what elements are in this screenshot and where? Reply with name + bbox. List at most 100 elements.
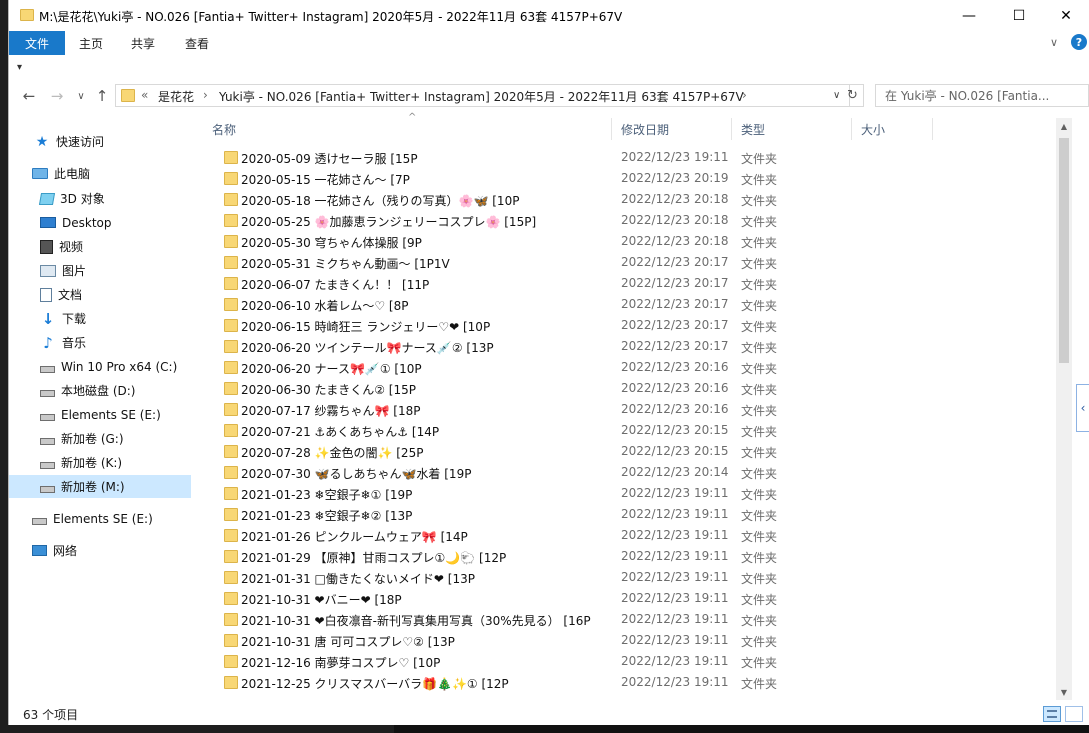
tab-view[interactable]: 查看 [185,35,209,52]
file-name[interactable]: 2020-07-17 纱霧ちゃん🎀 [18P [241,402,421,419]
breadcrumb-segment[interactable]: Yuki亭 - NO.026 [Fantia+ Twitter+ Instagr… [219,88,744,105]
file-name[interactable]: 2020-06-20 ナース🎀💉① [10P [241,360,422,377]
column-header-size[interactable]: 大小 [861,121,885,138]
table-row[interactable]: 2020-06-10 水着レム～♡ [8P 2022/12/23 20:17 文件夹 [203,294,1055,315]
table-row[interactable]: 2020-05-25 🌸加藤恵ランジェリーコスプレ🌸 [15P] 2022/12/… [203,210,1055,231]
column-header-type[interactable]: 类型 [741,121,765,138]
table-row[interactable]: 2020-07-30 🦋るしあちゃん🦋水着 [19P 2022/12/23 20:… [203,462,1055,483]
tab-share[interactable]: 共享 [131,35,155,52]
sidebar-item-3d-objects[interactable]: 3D 对象 [9,187,191,210]
file-name[interactable]: 2021-01-31 □働きたくないメイド❤ [13P [241,570,475,587]
scrollbar-thumb[interactable] [1059,138,1069,363]
address-dropdown-icon[interactable]: ∨ [833,90,840,101]
table-row[interactable]: 2020-05-15 一花姉さん～ [7P 2022/12/23 20:19 文件夹 [203,168,1055,189]
table-row[interactable]: 2021-01-26 ピンクルームウェア🎀 [14P 2022/12/23 19:… [203,525,1055,546]
sidebar-item-documents[interactable]: 文档 [9,283,191,306]
details-view-button[interactable] [1043,706,1061,722]
table-row[interactable]: 2021-10-31 唐 可可コスプレ♡② [13P 2022/12/23 19:… [203,630,1055,651]
recent-locations-button[interactable]: ∨ [70,86,92,106]
table-row[interactable]: 2020-06-20 ツインテール🎀ナース💉② [13P 2022/12/23 2… [203,336,1055,357]
scroll-down-button[interactable]: ▼ [1056,684,1072,700]
sidebar-item-drive-g[interactable]: 新加卷 (G:) [9,427,191,450]
file-name[interactable]: 2020-05-09 透けセーラ服 [15P [241,150,418,167]
table-row[interactable]: 2020-06-20 ナース🎀💉① [10P 2022/12/23 20:16 文件… [203,357,1055,378]
table-row[interactable]: 2021-01-23 ❄空銀子❄② [13P 2022/12/23 19:11 文件… [203,504,1055,525]
table-row[interactable]: 2020-06-15 時崎狂三 ランジェリー♡❤ [10P 2022/12/23 … [203,315,1055,336]
table-row[interactable]: 2020-05-30 穹ちゃん体操服 [9P 2022/12/23 20:18 文件… [203,231,1055,252]
file-name[interactable]: 2021-01-23 ❄空銀子❄① [19P [241,486,412,503]
tab-file[interactable]: 文件 [9,31,65,55]
file-name[interactable]: 2020-06-15 時崎狂三 ランジェリー♡❤ [10P [241,318,490,335]
sidebar-item-downloads[interactable]: ↓ 下载 [9,307,191,330]
vertical-scrollbar[interactable]: ▲ ▼ [1056,118,1072,700]
sidebar-item-drive-e[interactable]: Elements SE (E:) [9,403,191,426]
tab-home[interactable]: 主页 [79,35,103,52]
sidebar-item-drive-m[interactable]: 新加卷 (M:) [9,475,191,498]
sidebar-item-drive-k[interactable]: 新加卷 (K:) [9,451,191,474]
search-input[interactable]: 在 Yuki亭 - NO.026 [Fantia... [875,84,1089,107]
title-bar[interactable]: M:\是花花\Yuki亭 - NO.026 [Fantia+ Twitter+ … [9,0,1089,31]
table-row[interactable]: 2020-05-31 ミクちゃん動画～ [1P1V 2022/12/23 20:1… [203,252,1055,273]
breadcrumb-segment[interactable]: 是花花 [158,88,194,105]
table-row[interactable]: 2020-05-18 一花姉さん（残りの写真）🌸🦋 [10P 2022/12/23… [203,189,1055,210]
back-button[interactable]: ← [18,86,40,106]
table-row[interactable]: 2021-10-31 ❤バニー❤ [18P 2022/12/23 19:11 文件夹 [203,588,1055,609]
file-name[interactable]: 2021-12-25 クリスマスバーバラ🎁🎄✨① [12P [241,675,509,692]
file-name[interactable]: 2020-05-30 穹ちゃん体操服 [9P [241,234,422,251]
file-name[interactable]: 2021-10-31 唐 可可コスプレ♡② [13P [241,633,455,650]
quick-access-toolbar-dropdown[interactable]: ▾ [17,62,22,73]
sidebar-item-drive-e-external[interactable]: Elements SE (E:) [9,507,191,530]
sidebar-item-pictures[interactable]: 图片 [9,259,191,282]
file-name[interactable]: 2021-01-23 ❄空銀子❄② [13P [241,507,412,524]
file-name[interactable]: 2021-10-31 ❤白夜凛音-新刊写真集用写真（30%先見る） [16P [241,612,591,629]
large-icons-view-button[interactable] [1065,706,1083,722]
column-divider[interactable] [932,118,933,140]
sidebar-item-this-pc[interactable]: 此电脑 [9,162,191,185]
breadcrumb-separator[interactable]: › [203,88,208,102]
file-name[interactable]: 2020-05-31 ミクちゃん動画～ [1P1V [241,255,450,272]
file-name[interactable]: 2020-06-07 たまきくん！！ [11P [241,276,429,293]
file-name[interactable]: 2021-01-29 【原神】甘雨コスプレ①🌙🐑 [12P [241,549,506,566]
file-name[interactable]: 2020-06-10 水着レム～♡ [8P [241,297,408,314]
expand-ribbon-icon[interactable]: ∨ [1050,36,1058,49]
column-header-date[interactable]: 修改日期 [621,121,669,138]
file-name[interactable]: 2020-07-28 ✨金色の闇✨ [25P [241,444,423,461]
scroll-up-button[interactable]: ▲ [1056,118,1072,134]
file-name[interactable]: 2021-01-26 ピンクルームウェア🎀 [14P [241,528,468,545]
breadcrumb-separator[interactable]: › [742,88,747,102]
table-row[interactable]: 2020-07-17 纱霧ちゃん🎀 [18P 2022/12/23 20:16 文件… [203,399,1055,420]
forward-button[interactable]: → [46,86,68,106]
file-name[interactable]: 2020-07-30 🦋るしあちゃん🦋水着 [19P [241,465,471,482]
sidebar-item-quick-access[interactable]: ★ 快速访问 [9,130,191,153]
file-name[interactable]: 2020-05-15 一花姉さん～ [7P [241,171,410,188]
file-name[interactable]: 2021-12-16 南夢芽コスプレ♡ [10P [241,654,440,671]
sidebar-item-music[interactable]: ♪ 音乐 [9,331,191,354]
sidebar-item-desktop[interactable]: Desktop [9,211,191,234]
details-pane-toggle[interactable]: ‹ [1076,384,1089,432]
table-row[interactable]: 2020-07-21 ⚓あくあちゃん⚓ [14P 2022/12/23 20:15… [203,420,1055,441]
close-button[interactable]: ✕ [1043,0,1089,31]
refresh-button[interactable]: ↻ [842,84,864,107]
table-row[interactable]: 2020-05-09 透けセーラ服 [15P 2022/12/23 19:11 文件… [203,147,1055,168]
table-row[interactable]: 2021-10-31 ❤白夜凛音-新刊写真集用写真（30%先見る） [16P 20… [203,609,1055,630]
table-row[interactable]: 2021-12-25 クリスマスバーバラ🎁🎄✨① [12P 2022/12/23 … [203,672,1055,693]
column-divider[interactable] [851,118,852,140]
file-name[interactable]: 2020-05-25 🌸加藤恵ランジェリーコスプレ🌸 [15P] [241,213,536,230]
minimize-button[interactable]: — [946,0,992,31]
table-row[interactable]: 2021-01-23 ❄空銀子❄① [19P 2022/12/23 19:11 文件… [203,483,1055,504]
file-name[interactable]: 2020-05-18 一花姉さん（残りの写真）🌸🦋 [10P [241,192,519,209]
sidebar-item-drive-d[interactable]: 本地磁盘 (D:) [9,379,191,402]
file-name[interactable]: 2021-10-31 ❤バニー❤ [18P [241,591,402,608]
table-row[interactable]: 2021-01-31 □働きたくないメイド❤ [13P 2022/12/23 19… [203,567,1055,588]
file-name[interactable]: 2020-06-30 たまきくん② [15P [241,381,416,398]
column-header-name[interactable]: 名称 [212,121,236,138]
table-row[interactable]: 2020-07-28 ✨金色の闇✨ [25P 2022/12/23 20:15 文件… [203,441,1055,462]
sidebar-item-network[interactable]: 网络 [9,539,191,562]
sidebar-item-drive-c[interactable]: Win 10 Pro x64 (C:) [9,355,191,378]
table-row[interactable]: 2021-12-16 南夢芽コスプレ♡ [10P 2022/12/23 19:11… [203,651,1055,672]
address-bar[interactable]: « 是花花 › Yuki亭 - NO.026 [Fantia+ Twitter+… [115,84,850,107]
file-name[interactable]: 2020-06-20 ツインテール🎀ナース💉② [13P [241,339,494,356]
overflow-chevron[interactable]: « [141,88,148,102]
help-icon[interactable]: ? [1071,34,1087,50]
maximize-button[interactable]: ☐ [996,0,1042,31]
